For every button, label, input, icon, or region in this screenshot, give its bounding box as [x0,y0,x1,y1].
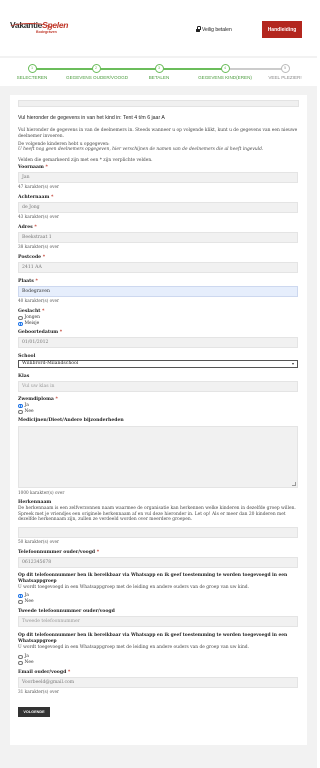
radio-button-selected[interactable] [18,403,23,409]
radio-button-selected[interactable] [18,593,23,599]
page: VakantieSpelen Bodegraven Veilig betalen… [0,0,317,768]
next-button[interactable]: VOLGENDE [18,707,50,717]
last-name-label: Achternaam * [18,195,54,200]
radio-button[interactable] [18,660,23,666]
logo-swoosh [8,23,52,33]
radio-button[interactable] [18,654,23,660]
whatsapp-consent-label: Op dit telefoonnummer ben ik bereikbaar … [18,573,288,584]
step-label: GEGEVENS OUDER/VOOGD [66,75,129,80]
whatsapp-2-option-ja[interactable]: Ja [18,654,29,660]
phone-input[interactable]: 0612345678 [18,557,298,568]
second-phone-input[interactable]: Tweede telefoonnummer [18,616,298,627]
step-label: GEGEVENS KIND(EREN) [198,75,252,80]
address-counter: 38 karakter(s) over [18,244,60,249]
whatsapp-consent-2-description: U wordt toegevoegd in een Whatsappgroep … [18,645,250,650]
school-select[interactable]: Willibrord-Milandschool [18,360,298,368]
last-name-input[interactable]: de Jong [18,202,298,213]
intro-text: Vul hieronder de gegevens in van de deel… [18,128,298,139]
gender-option-meisje[interactable]: Meisje [18,321,39,327]
step-gegevens-ouder[interactable]: 2 GEGEVENS OUDER/VOOGD [66,58,129,81]
swim-option-nee[interactable]: Nee [18,409,34,415]
step-gegevens-kinderen[interactable]: 4 GEGEVENS KIND(EREN) [195,58,255,81]
second-phone-label: Tweede telefoonnummer ouder/voogd [18,609,115,614]
recognition-name-counter: 50 karakter(s) over [18,539,60,544]
birthdate-input[interactable]: 01/01/2012 [18,337,298,348]
email-counter: 31 karakter(s) over [18,689,60,694]
form-top-bar [18,100,299,107]
radio-button-selected[interactable] [18,321,23,327]
phone-label: Telefoonnummer ouder/voogd * [18,550,100,555]
medical-label: Medicijnen/Dieet/Andere bijzonderheden [18,418,124,423]
step-selecteren[interactable]: 1 SELECTEREN [2,58,62,81]
secure-payment-badge: Veilig betalen [196,26,232,34]
header: VakantieSpelen Bodegraven Veilig betalen… [0,0,317,56]
radio-button[interactable] [18,599,23,605]
whatsapp-option-nee[interactable]: Nee [18,599,34,605]
step-veel-plezier: 5 VEEL PLEZIER! [255,58,315,81]
step-betalen[interactable]: 3 BETALEN [129,58,189,81]
email-input[interactable]: Voorbeeld@gmail.com [18,677,298,688]
step-number: 2 [91,64,101,73]
medical-textarea[interactable] [18,426,298,488]
checkout-steps: 1 SELECTEREN 2 GEGEVENS OUDER/VOOGD 3 BE… [0,58,317,86]
site-logo[interactable]: VakantieSpelen Bodegraven [8,20,68,38]
required-note: Velden die gemarkeerd zijn met een * zij… [18,158,153,163]
class-input[interactable]: Vul uw klas in [18,381,298,392]
radio-button[interactable] [18,409,23,415]
first-name-counter: 47 karakter(s) over [18,184,60,189]
chevron-down-icon [292,363,294,365]
whatsapp-consent-2-label: Op dit telefoonnummer ben ik bereikbaar … [18,633,288,644]
city-counter: 40 karakter(s) over [18,298,60,303]
step-number: 4 [220,64,230,73]
birthdate-label: Geboortedatum * [18,330,63,335]
recognition-name-description: De herkennaam is een zelfverzonnen naam … [18,506,296,522]
first-name-label: Voornaam * [18,165,48,170]
postcode-input[interactable]: 2411 AA [18,262,298,273]
whatsapp-consent-description: U wordt toegevoegd in een Whatsappgroep … [18,585,250,590]
gender-option-jongen[interactable]: Jongen [18,315,40,321]
child-details-form: Vul hieronder de gegevens in van het kin… [10,95,307,745]
email-label: Email ouder/voogd * [18,670,71,675]
city-label: Plaats * [18,279,38,284]
section-title: Vul hieronder de gegevens in van het kin… [18,115,165,121]
whatsapp-2-option-nee[interactable]: Nee [18,660,34,666]
recognition-name-input[interactable] [18,527,298,538]
class-label: Klas [18,374,30,379]
step-label: VEEL PLEZIER! [268,75,302,80]
postcode-label: Postcode * [18,255,46,260]
last-name-counter: 43 karakter(s) over [18,214,60,219]
resize-handle[interactable] [292,482,296,486]
lock-icon [196,26,202,32]
step-number: 1 [27,64,37,73]
medical-counter: 1000 karakter(s) over [18,490,65,495]
manual-button[interactable]: Handleiding [262,21,302,38]
city-input[interactable]: Bodegraven [18,286,298,297]
swim-option-ja[interactable]: Ja [18,403,29,409]
radio-button[interactable] [18,315,23,321]
kids-list-note: U heeft nog geen deelnemers opgegeven, h… [18,147,264,152]
address-input[interactable]: Beekstraat 1 [18,232,298,243]
step-number: 3 [154,64,164,73]
step-label: BETALEN [148,75,170,80]
whatsapp-option-ja[interactable]: Ja [18,593,29,599]
step-label: SELECTEREN [16,75,48,80]
step-number: 5 [280,64,290,73]
address-label: Adres * [18,225,37,230]
first-name-input[interactable]: Jan [18,172,298,183]
